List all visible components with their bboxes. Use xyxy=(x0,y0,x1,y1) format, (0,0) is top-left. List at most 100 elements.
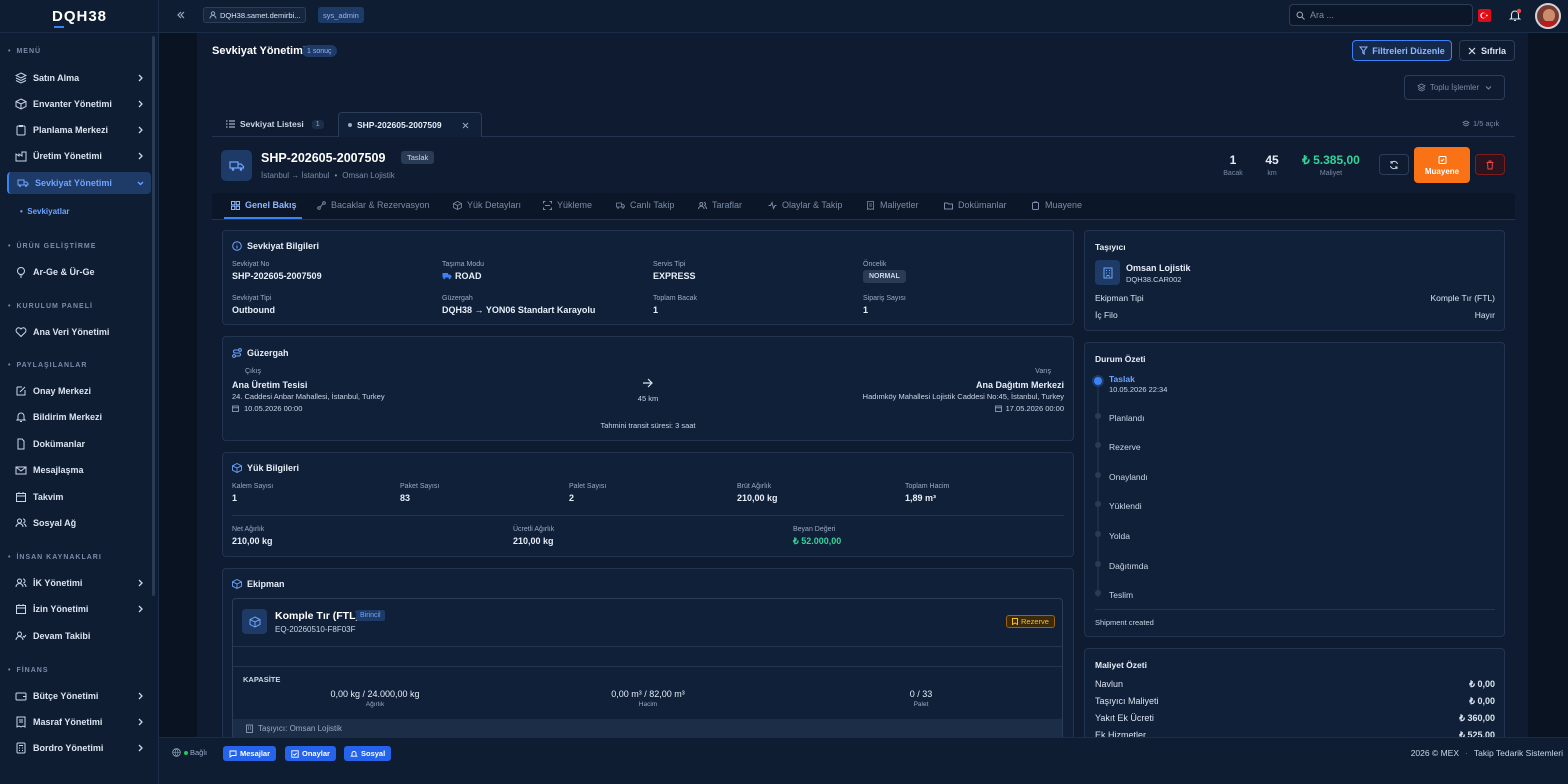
tab-costs[interactable]: Maliyetler xyxy=(866,200,919,210)
tab-shipment-list[interactable]: Sevkiyat Listesi 1 xyxy=(226,113,324,135)
tab-overview[interactable]: Genel Bakış xyxy=(231,200,297,210)
label-total-legs: Toplam Bacak xyxy=(653,295,697,302)
content-gutter-left xyxy=(159,33,197,737)
sidebar-label: Onay Merkezi xyxy=(33,386,92,396)
origin-label: Çıkış xyxy=(245,368,261,375)
avatar[interactable] xyxy=(1535,3,1561,29)
bookmark-icon xyxy=(1012,618,1018,625)
stat-cost-value: ₺ 5.385,00 xyxy=(1302,153,1360,167)
tab-label: Olaylar & Takip xyxy=(782,200,843,210)
timeline-step-planned: Planlandı xyxy=(1109,413,1145,423)
check-square-icon xyxy=(291,749,299,758)
inspect-button[interactable]: Muayene xyxy=(1414,147,1470,183)
sidebar-item-uretim[interactable]: Üretim Yönetimi xyxy=(7,145,151,167)
tab-legs[interactable]: Bacaklar & Rezervasyon xyxy=(317,200,430,210)
company-link[interactable]: Takip Tedarik Sistemleri xyxy=(1474,748,1563,758)
sidebar-item-butce[interactable]: Bütçe Yönetimi xyxy=(7,685,151,707)
sidebar-item-onay[interactable]: Onay Merkezi xyxy=(7,380,151,402)
sidebar-label: Sevkiyat Yönetimi xyxy=(35,178,112,188)
shipment-avatar xyxy=(221,150,252,181)
sidebar-item-planlama[interactable]: Planlama Merkezi xyxy=(7,119,151,141)
timeline-dot xyxy=(1095,561,1101,567)
page-title: Sevkiyat Yönetimi xyxy=(212,45,306,57)
carrier-title: Taşıyıcı xyxy=(1095,242,1126,252)
messages-button[interactable]: Mesajlar xyxy=(223,746,277,761)
stat-legs-label: Bacak xyxy=(1223,170,1243,177)
truck-icon xyxy=(616,202,625,209)
tab-label: Yükleme xyxy=(557,200,593,210)
turkish-flag-icon[interactable] xyxy=(1478,9,1491,22)
stat-legs: 1 Bacak xyxy=(1219,153,1247,177)
chevron-right-icon xyxy=(138,744,143,752)
approvals-button[interactable]: Onaylar xyxy=(285,746,336,761)
chevron-down-icon xyxy=(1485,86,1492,90)
tab-inspection[interactable]: Muayene xyxy=(1031,200,1082,210)
tab-events[interactable]: Olaylar & Takip xyxy=(768,200,842,210)
tab-shipment-detail[interactable]: SHP-202605-2007509 xyxy=(338,112,482,137)
tab-loading[interactable]: Yükleme xyxy=(543,200,592,210)
sidebar-scrollbar[interactable] xyxy=(152,36,155,596)
social-button[interactable]: Sosyal xyxy=(344,746,392,761)
tab-documents[interactable]: Dokümanlar xyxy=(944,200,1007,210)
reset-button[interactable]: Sıfırla xyxy=(1459,40,1515,61)
clipboard-icon xyxy=(16,125,26,136)
bulk-actions-dropdown[interactable]: Toplu İşlemler xyxy=(1404,75,1505,100)
sidebar-item-devam[interactable]: Devam Takibi xyxy=(7,625,151,647)
refresh-button[interactable] xyxy=(1379,154,1409,175)
tab-live-tracking[interactable]: Canlı Takip xyxy=(616,200,674,210)
value-package-count: 83 xyxy=(400,493,411,503)
timeline-current-status: Taslak xyxy=(1109,374,1135,384)
sidebar-item-sevkiyat[interactable]: Sevkiyat Yönetimi xyxy=(7,172,151,194)
sidebar-item-satin-alma[interactable]: Satın Alma xyxy=(7,67,151,89)
filter-edit-button[interactable]: Filtreleri Düzenle xyxy=(1352,40,1452,61)
globe-icon xyxy=(172,748,181,757)
chevron-right-icon xyxy=(138,718,143,726)
sidebar-item-dokumanlar[interactable]: Dokümanlar xyxy=(7,433,151,455)
sidebar-item-bordro[interactable]: Bordro Yönetimi xyxy=(7,737,151,759)
label-priority: Öncelik xyxy=(863,261,887,268)
label-transport-mode: Taşıma Modu xyxy=(442,261,485,268)
tab-load[interactable]: Yük Detayları xyxy=(453,200,521,210)
sidebar-subitem-sevkiyatlar[interactable]: • Sevkiyatlar xyxy=(20,207,70,216)
sidebar-item-mesajlasma[interactable]: Mesajlaşma xyxy=(7,459,151,481)
notification-bell-icon[interactable] xyxy=(1508,8,1522,22)
sidebar-item-takvim[interactable]: Takvim xyxy=(7,486,151,508)
truck-icon xyxy=(17,179,29,187)
open-tabs-label: 1/5 açık xyxy=(1473,119,1500,128)
route-title: Güzergah xyxy=(232,348,289,358)
sidebar-label: Takvim xyxy=(33,492,64,502)
value-chargeable-weight: 210,00 kg xyxy=(513,536,554,546)
close-tab-icon[interactable] xyxy=(462,122,469,129)
collapse-sidebar-icon[interactable] xyxy=(176,10,186,20)
filter-icon xyxy=(1359,46,1369,55)
delete-button[interactable] xyxy=(1475,154,1505,175)
box-icon xyxy=(232,463,242,473)
capacity-weight: 0,00 kg / 24.000,00 kg Ağırlık xyxy=(275,689,475,708)
stat-distance: 45 km xyxy=(1258,153,1286,177)
sidebar-item-bildirim[interactable]: Bildirim Merkezi xyxy=(7,406,151,428)
sidebar-item-sosyal[interactable]: Sosyal Ağ xyxy=(7,512,151,534)
shipment-number: SHP-202605-2007509 xyxy=(261,151,386,165)
sidebar-item-masraf[interactable]: Masraf Yönetimi xyxy=(7,711,151,733)
value-equipment-type: Komple Tır (FTL) xyxy=(1430,293,1495,303)
search-input[interactable]: Ara ... xyxy=(1289,4,1473,26)
user-chip[interactable]: DQH38.samet.demirbi... xyxy=(203,7,307,23)
sidebar-item-arge[interactable]: Ar-Ge & Ür-Ge xyxy=(7,261,151,283)
chevron-right-icon xyxy=(138,692,143,700)
clipboard-icon xyxy=(1032,201,1039,210)
tab-parties[interactable]: Taraflar xyxy=(698,200,742,210)
cost-value: ₺ 360,00 xyxy=(1459,713,1495,723)
tab-label: Dokümanlar xyxy=(958,200,1007,210)
sidebar-item-izin[interactable]: İzin Yönetimi xyxy=(7,598,151,620)
heart-icon xyxy=(15,327,27,338)
tab-label: Yük Detayları xyxy=(467,200,522,210)
sidebar-item-ana-veri[interactable]: Ana Veri Yönetimi xyxy=(7,321,151,343)
destination-date: 17.05.2026 00:00 xyxy=(900,404,1064,413)
sidebar-item-envanter[interactable]: Envanter Yönetimi xyxy=(7,93,151,115)
section-menu: MENÜ xyxy=(8,48,41,55)
social-label: Sosyal xyxy=(361,749,386,758)
timeline-step-loaded: Yüklendi xyxy=(1109,501,1142,511)
card-title-text: Güzergah xyxy=(247,348,289,358)
sidebar-item-ik[interactable]: İK Yönetimi xyxy=(7,572,151,594)
chevron-right-icon xyxy=(138,100,143,108)
